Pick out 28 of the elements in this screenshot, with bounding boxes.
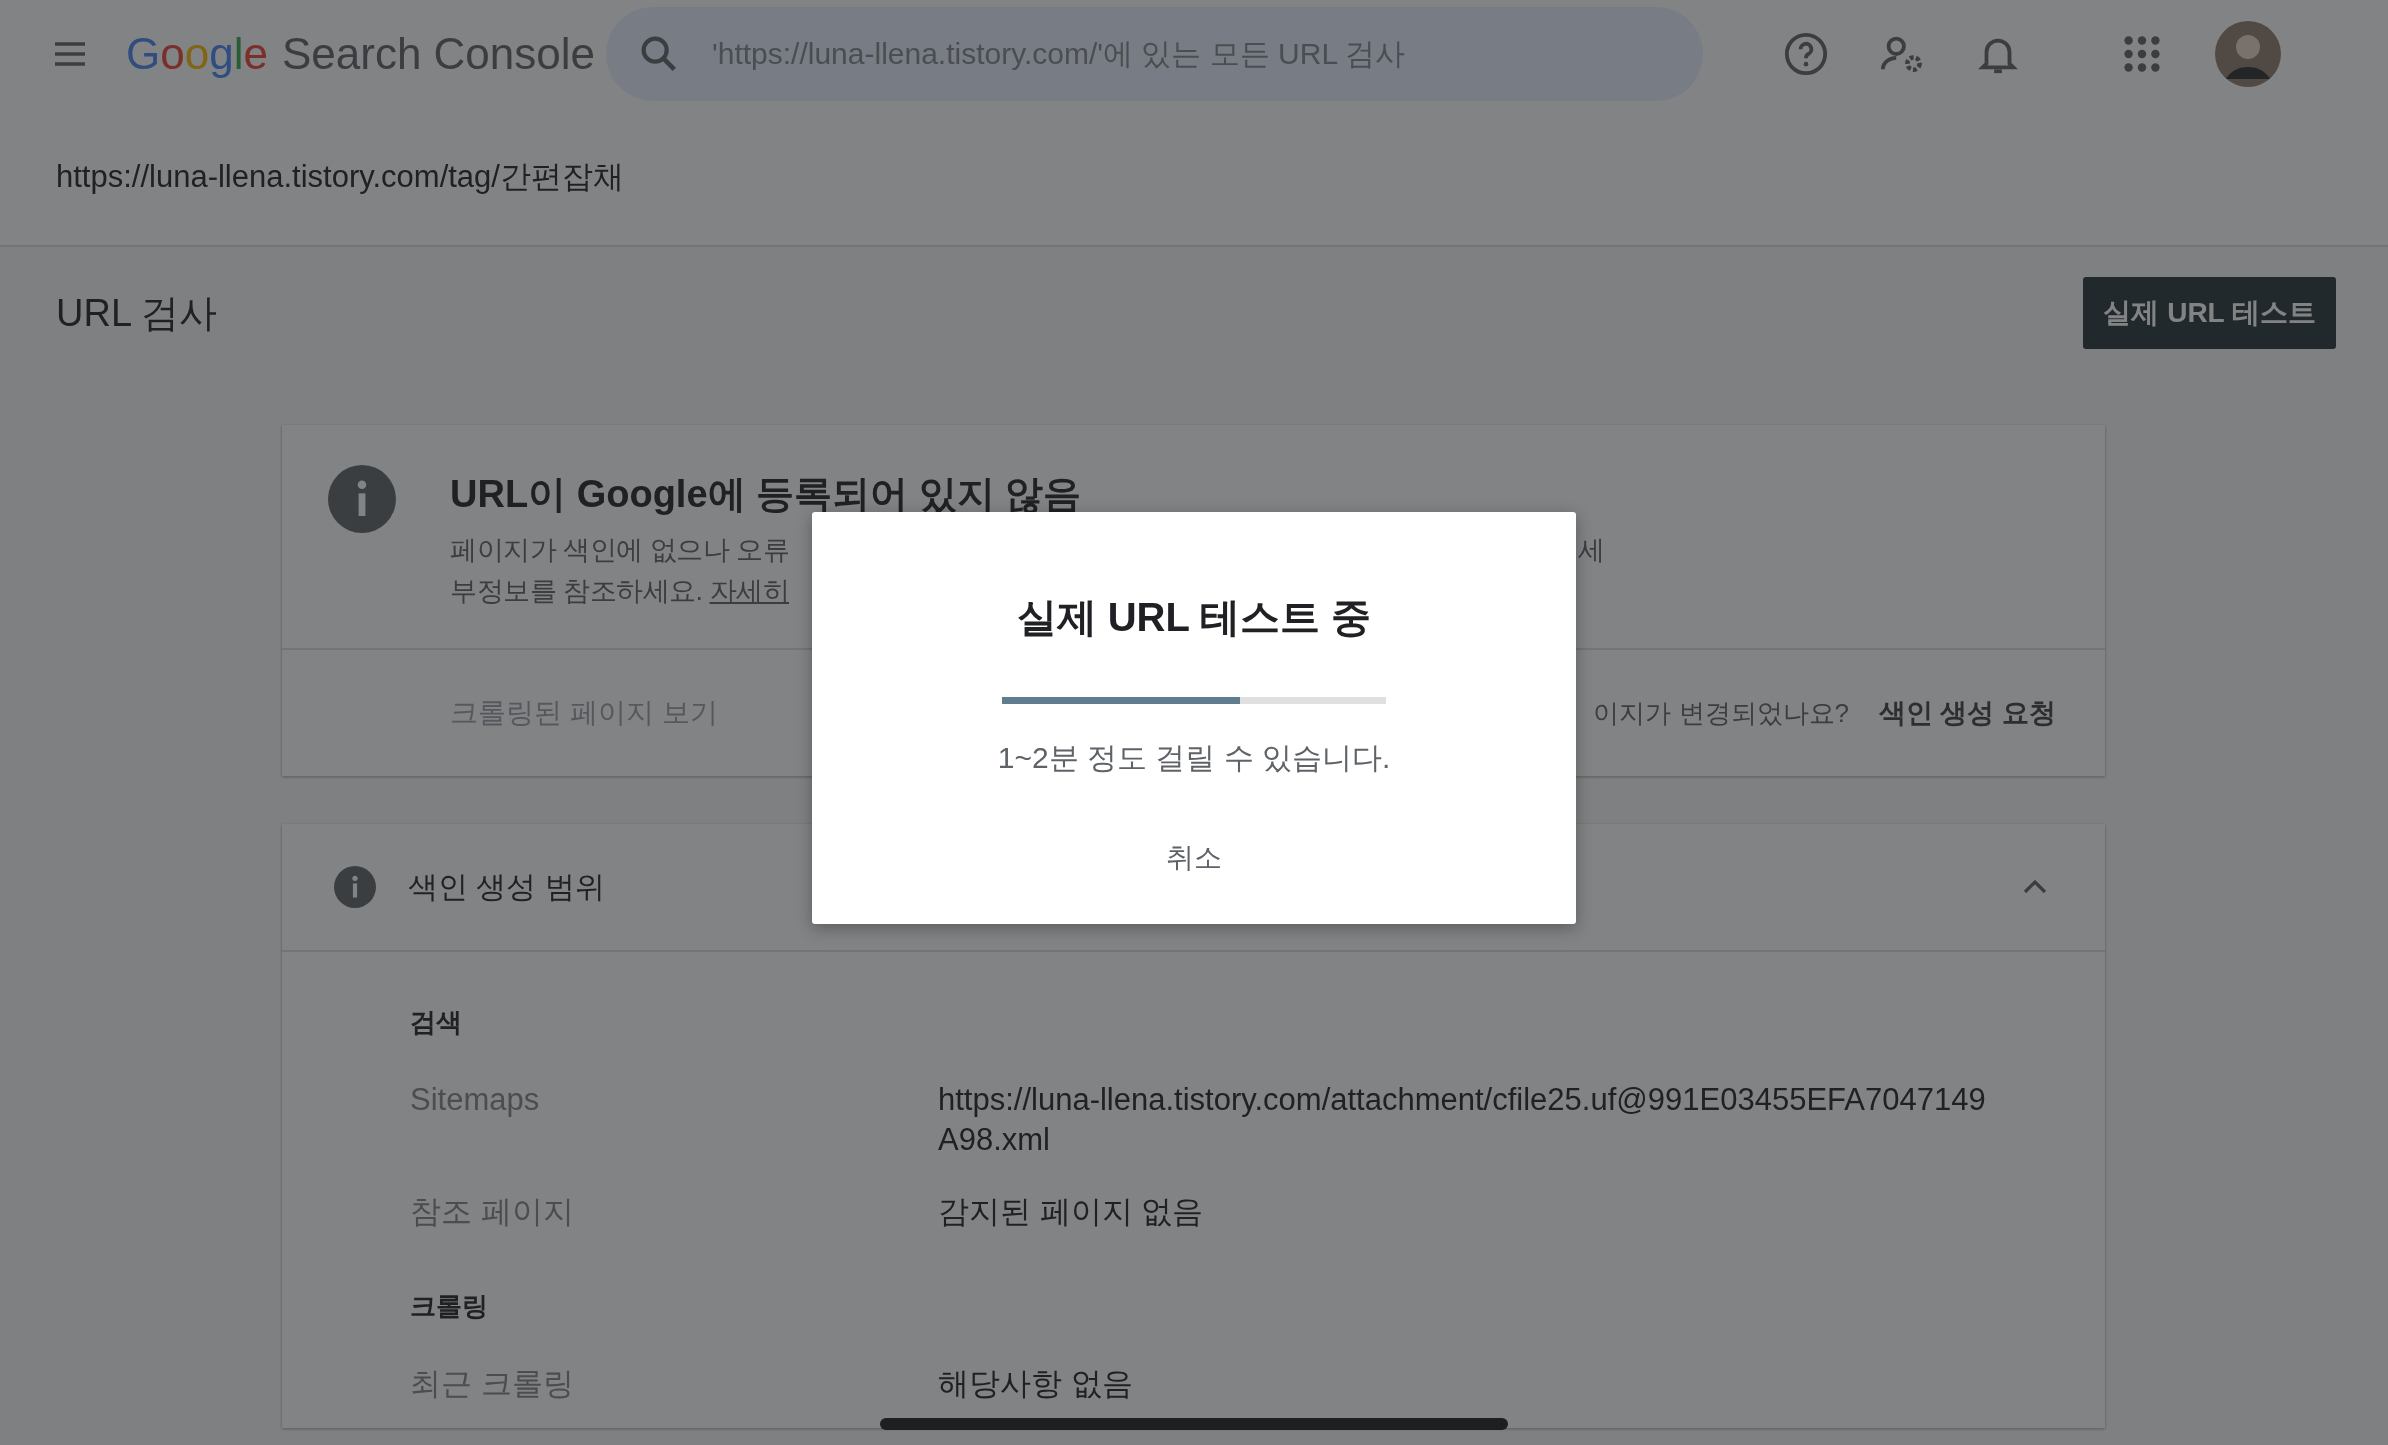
description-text: 페이지가 색인에 없으나 오류 — [450, 534, 790, 567]
help-icon[interactable] — [1783, 31, 1829, 77]
info-icon — [334, 866, 376, 908]
logo-product: Search Console — [281, 29, 596, 79]
logo-brand: Google — [126, 29, 268, 79]
avatar[interactable] — [2215, 21, 2281, 87]
field-value: 해당사항 없음 — [938, 1365, 1134, 1403]
section-heading: 크롤링 — [410, 1289, 488, 1323]
coverage-title: 색인 생성 범위 — [408, 868, 605, 905]
field-label: 최근 크롤링 — [410, 1365, 575, 1403]
learn-more-link[interactable]: 자세히 — [709, 576, 790, 606]
cancel-button[interactable]: 취소 — [1150, 829, 1238, 887]
description-text: 부정보를 참조하세요. — [450, 576, 703, 606]
section-heading: 검색 — [410, 1005, 462, 1039]
status-title: URL이 Google에 등록되어 있지 않음 — [450, 472, 1083, 517]
page-title: URL 검사 — [56, 290, 218, 336]
dialog-message: 1~2분 정도 걸릴 수 있습니다. — [997, 740, 1391, 776]
dialog-title: 실제 URL 테스트 중 — [1016, 594, 1372, 641]
field-value: https://luna-llena.tistory.com/attachment/cfile25.uf@991E03455EFA7047149A98.xml — [938, 1081, 1987, 1159]
live-test-button[interactable]: 실제 URL 테스트 — [2083, 277, 2336, 349]
request-indexing-button[interactable]: 색인 생성 요청 — [1879, 695, 2056, 731]
field-label: Sitemaps — [410, 1081, 541, 1119]
field-value: 감지된 페이지 없음 — [938, 1193, 1205, 1231]
info-icon — [328, 465, 396, 533]
field-label: 참조 페이지 — [410, 1193, 575, 1231]
inspected-url: https://luna-llena.tistory.com/tag/간편잡채 — [56, 157, 624, 196]
page-changed-text: 이지가 변경되었나요? — [1593, 696, 1849, 730]
description-text: 세 — [1578, 534, 1605, 567]
